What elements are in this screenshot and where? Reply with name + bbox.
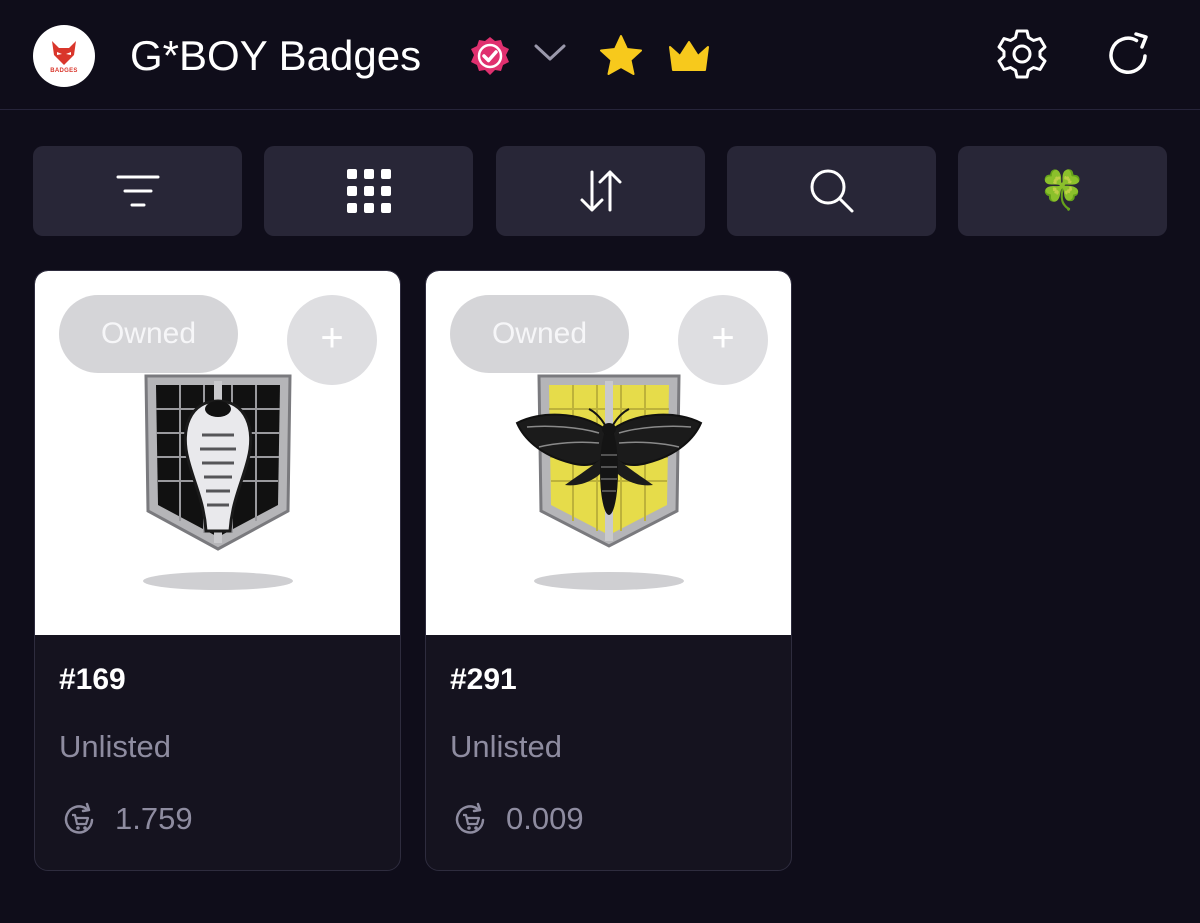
badge-image-area: Owned + — [426, 271, 791, 635]
refresh-icon[interactable] — [1102, 29, 1154, 81]
crown-icon — [669, 41, 709, 71]
filter-button[interactable] — [33, 146, 242, 236]
filter-icon — [116, 175, 159, 207]
badge-image-area: Owned + — [35, 271, 400, 635]
app-header: BADGES G*BOY Badges — [0, 0, 1200, 110]
sort-button[interactable] — [496, 146, 705, 236]
badge-id: #169 — [59, 663, 126, 696]
star-icon — [600, 35, 642, 75]
collection-title[interactable]: G*BOY Badges — [130, 30, 421, 82]
clover-icon: 🍀 — [1038, 170, 1087, 212]
last-sale-price: 1.759 — [115, 801, 193, 836]
verified-icon — [471, 37, 509, 75]
logo-text: BADGES — [50, 67, 78, 74]
owned-badge: Owned — [450, 295, 629, 373]
clover-button[interactable]: 🍀 — [958, 146, 1167, 236]
grid-view-button[interactable] — [264, 146, 473, 236]
owned-badge: Owned — [59, 295, 238, 373]
listing-status: Unlisted — [59, 729, 171, 764]
sort-icon — [580, 170, 621, 212]
gear-icon[interactable] — [995, 27, 1049, 81]
last-sale-price: 0.009 — [506, 801, 584, 836]
badge-id: #291 — [450, 663, 517, 696]
fox-mask-icon — [52, 40, 76, 65]
collection-logo[interactable]: BADGES — [33, 25, 95, 87]
chevron-down-icon[interactable] — [532, 40, 568, 64]
moth-badge-image — [515, 374, 703, 590]
last-sale-cart-icon — [64, 802, 94, 834]
search-button[interactable] — [727, 146, 936, 236]
listing-status: Unlisted — [450, 729, 562, 764]
last-sale-cart-icon — [455, 802, 485, 834]
cobra-badge-image — [143, 374, 293, 590]
badge-card[interactable]: Owned + — [425, 270, 792, 871]
grid-icon — [346, 169, 391, 213]
search-icon — [810, 169, 853, 213]
badge-card[interactable]: Owned + — [34, 270, 401, 871]
